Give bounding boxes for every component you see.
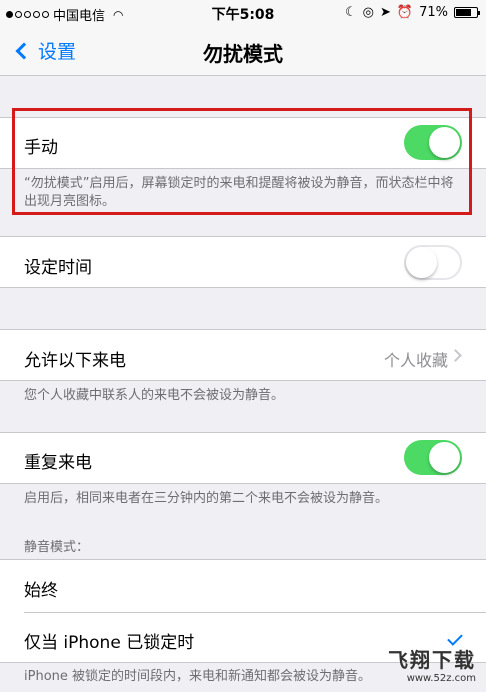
repeated-calls-label: 重复来电 — [24, 453, 92, 473]
repeated-calls-footer: 启用后，相同来电者在三分钟内的第二个来电不会被设为静音。 — [24, 491, 389, 506]
allow-calls-label: 允许以下来电 — [24, 351, 126, 371]
option-locked[interactable]: 仅当 iPhone 已锁定时 — [24, 628, 194, 653]
scheduled-label: 设定时间 — [24, 258, 92, 278]
navigation-bar: 设置 勿扰模式 — [0, 26, 486, 76]
repeated-calls-toggle[interactable] — [404, 440, 462, 475]
status-bar: 中国电信 ◠ 下午5:08 ☾ ◎ ➤ ⏰ 71% — [0, 0, 486, 26]
option-always[interactable]: 始终 — [24, 576, 58, 601]
alarm-icon: ⏰ — [396, 5, 414, 20]
allow-calls-value: 个人收藏 — [383, 351, 448, 370]
watermark-title: 飞翔下载 — [388, 648, 476, 672]
watermark: 飞翔下载 www.52z.com — [388, 644, 476, 684]
location-icon: ➤ — [380, 5, 391, 20]
repeated-calls-cell: 重复来电 — [0, 432, 486, 484]
status-right: ☾ ◎ ➤ ⏰ 71% — [345, 5, 480, 20]
moon-icon: ☾ — [345, 5, 357, 20]
page-title: 勿扰模式 — [203, 42, 283, 66]
scheduled-toggle[interactable] — [404, 245, 462, 280]
battery-percent: 71% — [419, 5, 448, 20]
scheduled-cell: 设定时间 — [0, 236, 486, 288]
toggle-knob — [406, 247, 437, 278]
highlight-box — [12, 108, 472, 215]
allow-calls-footer: 您个人收藏中联系人的来电不会被设为静音。 — [24, 388, 285, 403]
chevron-right-icon — [449, 349, 462, 362]
silence-section-header: 静音模式： — [24, 540, 90, 555]
toggle-knob — [429, 442, 460, 473]
divider — [24, 612, 486, 613]
allow-calls-cell[interactable]: 允许以下来电 个人收藏 — [0, 329, 486, 381]
battery-icon — [454, 7, 480, 18]
orientation-lock-icon: ◎ — [362, 5, 374, 20]
watermark-url: www.52z.com — [406, 673, 476, 684]
